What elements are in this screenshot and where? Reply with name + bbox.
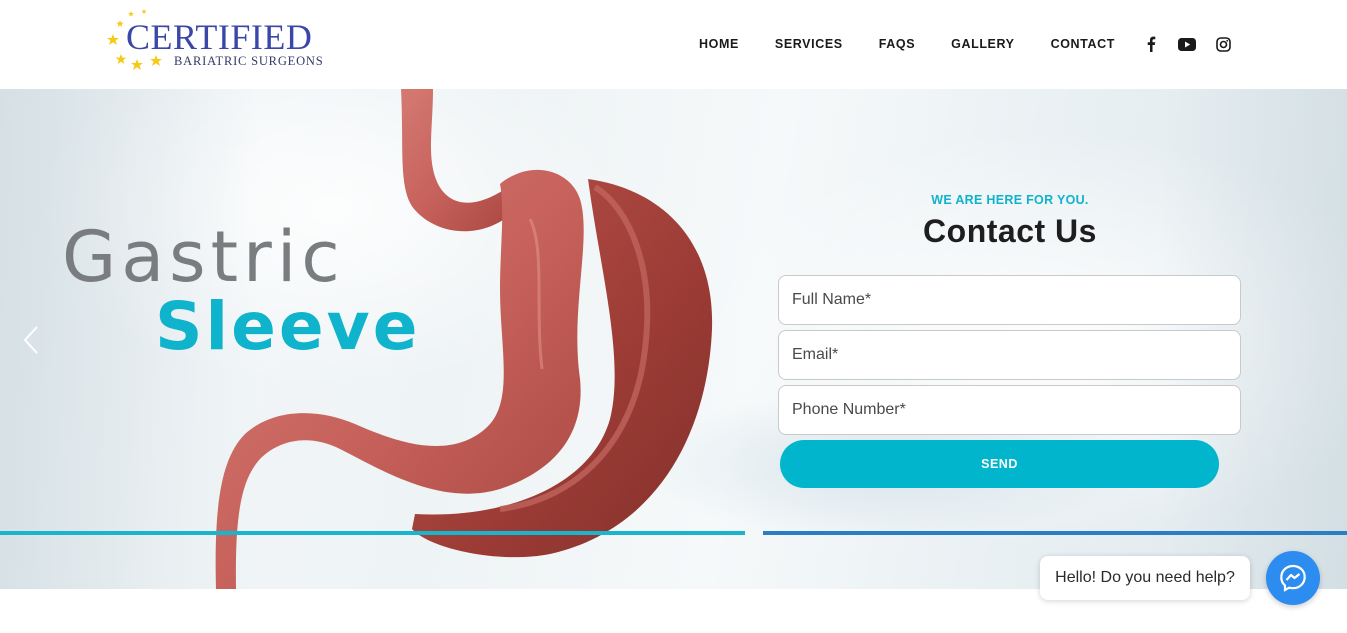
facebook-icon[interactable] [1142, 35, 1160, 53]
main-nav: HOME SERVICES FAQS GALLERY CONTACT [699, 36, 1151, 52]
contact-kicker: WE ARE HERE FOR YOU. [931, 193, 1089, 207]
hero-title-line2: Sleeve [155, 288, 421, 365]
logo[interactable]: CERTIFIED BARIATRIC SURGEONS [106, 8, 331, 76]
hero-slider: Gastric Sleeve WE ARE HERE FOR YOU. Cont… [0, 89, 1347, 589]
nav-services[interactable]: SERVICES [775, 37, 843, 51]
social-links [1142, 35, 1250, 53]
chat-greeting[interactable]: Hello! Do you need help? [1040, 556, 1250, 600]
nav-contact[interactable]: CONTACT [1051, 37, 1115, 51]
divider-right [763, 531, 1347, 535]
youtube-icon[interactable] [1178, 35, 1196, 53]
chevron-left-icon[interactable] [20, 325, 44, 355]
full-name-field[interactable] [778, 275, 1241, 325]
logo-subtitle: BARIATRIC SURGEONS [174, 54, 324, 68]
logo-title: CERTIFIED [126, 17, 313, 57]
page: CERTIFIED BARIATRIC SURGEONS HOME SERVIC… [0, 0, 1347, 633]
divider-left [0, 531, 745, 535]
site-header: CERTIFIED BARIATRIC SURGEONS HOME SERVIC… [0, 0, 1347, 89]
email-field[interactable] [778, 330, 1241, 380]
messenger-icon [1280, 564, 1306, 592]
contact-title: Contact Us [923, 213, 1097, 249]
nav-home[interactable]: HOME [699, 37, 739, 51]
send-button[interactable]: SEND [780, 440, 1219, 488]
hero-title-line1: Gastric [62, 216, 345, 298]
phone-field[interactable] [778, 385, 1241, 435]
messenger-button[interactable] [1266, 551, 1320, 605]
nav-faqs[interactable]: FAQS [879, 37, 915, 51]
nav-gallery[interactable]: GALLERY [951, 37, 1014, 51]
instagram-icon[interactable] [1214, 35, 1232, 53]
